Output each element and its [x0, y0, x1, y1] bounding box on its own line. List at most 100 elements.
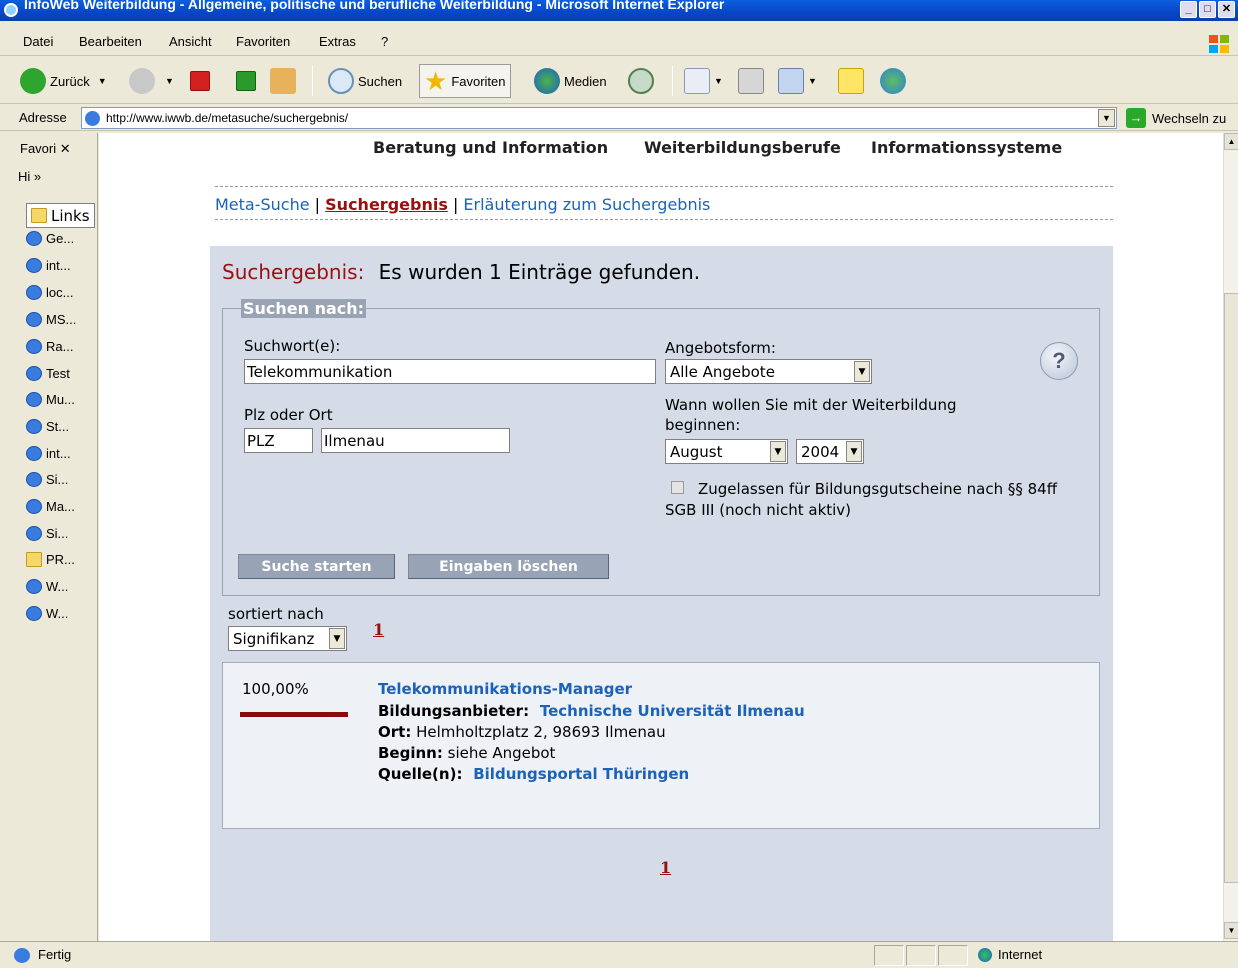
messenger-icon — [880, 68, 906, 94]
relevance-score: 100,00% — [242, 680, 309, 698]
favorites-panel-header[interactable]: Favori ✕ — [0, 137, 92, 161]
star-icon: ★ — [424, 65, 448, 96]
go-arrow-icon: → — [1126, 108, 1146, 128]
favorites-history-toggle[interactable]: Hi » — [18, 169, 41, 184]
maximize-button[interactable]: □ — [1199, 1, 1216, 18]
keyword-input[interactable]: Telekommunikation — [244, 359, 656, 384]
discuss-button[interactable] — [838, 64, 868, 98]
page-icon — [26, 312, 42, 327]
mail-button[interactable]: ▼ — [684, 64, 723, 98]
scroll-up-icon[interactable]: ▲ — [1224, 133, 1238, 150]
favorites-item[interactable]: loc... — [26, 285, 73, 300]
search-form: Suchen nach: Suchwort(e): Telekommunikat… — [222, 299, 1100, 596]
menu-bearbeiten[interactable]: Bearbeiten — [79, 34, 142, 49]
favorites-item[interactable]: Mu... — [26, 392, 75, 407]
menu-bar: Datei Bearbeiten Ansicht Favoriten Extra… — [0, 30, 1238, 56]
nav-informationssysteme[interactable]: Informationssysteme — [871, 138, 1062, 157]
address-label: Adresse — [19, 110, 67, 125]
month-select[interactable]: August ▼ — [665, 439, 788, 464]
scroll-down-icon[interactable]: ▼ — [1224, 922, 1238, 939]
start-date-label: Wann wollen Sie mit der Weiterbildung be… — [665, 396, 957, 434]
page-icon — [26, 606, 42, 621]
favorites-item[interactable]: Ge... — [26, 231, 74, 246]
media-globe-icon — [534, 68, 560, 94]
help-icon[interactable]: ? — [1040, 342, 1078, 380]
result-ort-row: Ort: Helmholtzplatz 2, 98693 Ilmenau — [378, 723, 666, 741]
nav-weiterbildungsberufe[interactable]: Weiterbildungsberufe — [644, 138, 841, 157]
page-icon — [26, 446, 42, 461]
relevance-bar — [240, 712, 348, 717]
result-heading: Suchergebnis: Es wurden 1 Einträge gefun… — [222, 260, 700, 284]
favorites-item[interactable]: Ma... — [26, 499, 75, 514]
sort-select[interactable]: Signifikanz ▼ — [228, 626, 347, 651]
ort-input[interactable]: Ilmenau — [321, 428, 510, 453]
refresh-button[interactable] — [236, 64, 260, 98]
menu-help[interactable]: ? — [381, 34, 388, 49]
menu-favoriten[interactable]: Favoriten — [236, 34, 290, 49]
page-icon — [26, 339, 42, 354]
crumb-meta-suche[interactable]: Meta-Suche — [215, 195, 310, 214]
favorites-item[interactable]: W... — [26, 606, 68, 621]
history-button[interactable] — [628, 64, 658, 98]
favorites-item[interactable]: W... — [26, 579, 68, 594]
edit-button[interactable]: ▼ — [778, 64, 817, 98]
print-button[interactable] — [738, 64, 768, 98]
home-button[interactable] — [270, 64, 300, 98]
forward-button[interactable]: ▼ — [129, 64, 174, 98]
refresh-icon — [236, 71, 256, 91]
page-icon — [26, 499, 42, 514]
page-link-bottom[interactable]: 1 — [660, 858, 671, 877]
favorites-item[interactable]: int... — [26, 258, 71, 273]
search-button[interactable]: Suchen — [328, 64, 402, 98]
search-start-button[interactable]: Suche starten — [238, 554, 395, 579]
favorites-item[interactable]: Ra... — [26, 339, 73, 354]
history-clock-icon — [628, 68, 654, 94]
status-panel — [938, 945, 968, 966]
provider-link[interactable]: Technische Universität Ilmenau — [540, 702, 805, 720]
minimize-button[interactable]: _ — [1180, 1, 1197, 18]
title-bar: InfoWeb Weiterbildung - Allgemeine, poli… — [0, 0, 1238, 21]
crumb-erlaeuterung[interactable]: Erläuterung zum Suchergebnis — [463, 195, 710, 214]
nav-beratung[interactable]: Beratung und Information — [373, 138, 608, 157]
search-label: Suchen — [358, 73, 403, 89]
media-button[interactable]: Medien — [534, 64, 607, 98]
year-select[interactable]: 2004 ▼ — [796, 439, 864, 464]
favorites-item[interactable]: int... — [26, 446, 71, 461]
crumb-separator: | — [314, 195, 321, 214]
menu-ansicht[interactable]: Ansicht — [169, 34, 212, 49]
favorites-button[interactable]: ★ Favoriten — [419, 64, 511, 98]
favorites-item[interactable]: Test — [26, 366, 70, 381]
favorites-item[interactable]: Si... — [26, 526, 68, 541]
favorites-item[interactable]: St... — [26, 419, 69, 434]
ie-logo-icon — [4, 3, 18, 17]
result-quelle-row: Quelle(n): Bildungsportal Thüringen — [378, 765, 690, 783]
go-button[interactable]: → Wechseln zu — [1126, 108, 1226, 128]
page-icon — [26, 285, 42, 300]
page-icon — [26, 231, 42, 246]
stop-button[interactable] — [190, 64, 214, 98]
form-legend: Suchen nach: — [241, 299, 367, 318]
crumb-suchergebnis[interactable]: Suchergebnis — [325, 195, 448, 214]
close-button[interactable]: ✕ — [1218, 1, 1235, 18]
favorites-item[interactable]: Si... — [26, 472, 68, 487]
menu-datei[interactable]: Datei — [23, 34, 53, 49]
vertical-scrollbar[interactable]: ▲ ▼ — [1223, 133, 1238, 941]
source-link[interactable]: Bildungsportal Thüringen — [473, 765, 689, 783]
scroll-thumb[interactable] — [1224, 293, 1238, 883]
favorites-item[interactable]: Links — [26, 203, 95, 228]
plz-input[interactable]: PLZ — [244, 428, 313, 453]
go-label: Wechseln zu — [1152, 110, 1227, 126]
page-link-top[interactable]: 1 — [373, 620, 384, 639]
address-dropdown-icon[interactable]: ▼ — [1098, 109, 1115, 127]
back-button[interactable]: Zurück ▼ — [20, 64, 107, 98]
messenger-button[interactable] — [880, 64, 910, 98]
result-count-text: Es wurden 1 Einträge gefunden. — [378, 260, 701, 284]
result-title-link[interactable]: Telekommunikations-Manager — [378, 680, 632, 698]
favorites-item[interactable]: MS... — [26, 312, 76, 327]
clear-inputs-button[interactable]: Eingaben löschen — [408, 554, 609, 579]
page-icon — [85, 111, 100, 126]
angebotsform-select[interactable]: Alle Angebote ▼ — [665, 359, 872, 384]
favorites-item[interactable]: PR... — [26, 552, 75, 567]
address-input[interactable]: http://www.iwwb.de/metasuche/suchergebni… — [81, 107, 1117, 129]
menu-extras[interactable]: Extras — [319, 34, 356, 49]
